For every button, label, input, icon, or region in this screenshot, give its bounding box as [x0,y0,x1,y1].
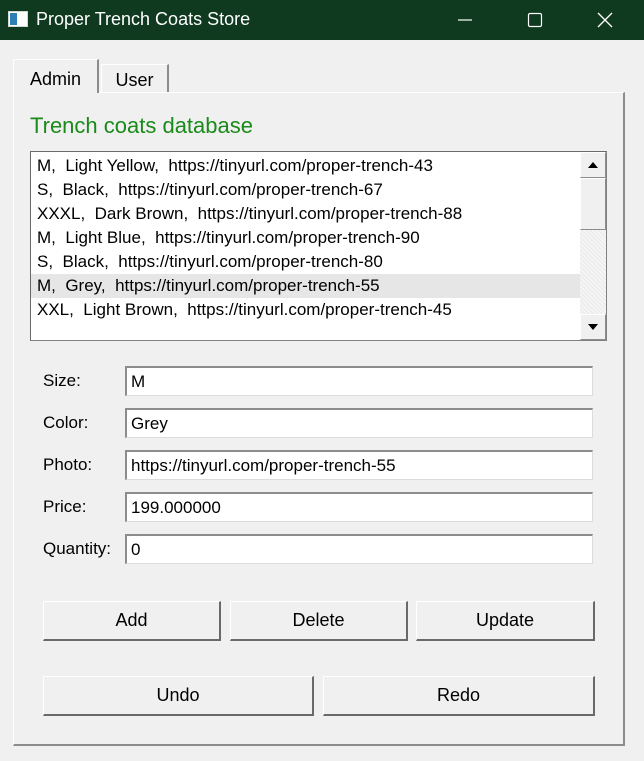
tab-user[interactable]: User [101,64,169,92]
scroll-down-button[interactable] [580,314,606,340]
list-rows: M, Light Yellow, https://tinyurl.com/pro… [31,154,580,322]
app-window-icon [8,11,28,27]
size-field[interactable] [125,366,593,396]
undo-button[interactable]: Undo [43,676,314,716]
list-item[interactable]: S, Black, https://tinyurl.com/proper-tre… [31,178,580,202]
price-field[interactable] [125,492,593,522]
title-bar: Proper Trench Coats Store [0,0,644,40]
list-item[interactable]: M, Light Yellow, https://tinyurl.com/pro… [31,154,580,178]
minimize-button[interactable] [430,0,500,40]
color-field[interactable] [125,408,593,438]
maximize-icon [527,12,543,28]
arrow-up-icon [588,162,598,168]
price-label: Price: [43,497,87,516]
quantity-label: Quantity: [43,539,112,558]
color-label: Color: [43,413,89,432]
list-scrollbar[interactable] [580,152,606,340]
quantity-field[interactable] [125,534,593,564]
photo-field[interactable] [125,450,593,480]
maximize-button[interactable] [500,0,570,40]
photo-label: Photo: [43,455,93,474]
add-button[interactable]: Add [43,601,221,641]
list-item[interactable]: XXL, Light Brown, https://tinyurl.com/pr… [31,298,580,322]
list-item[interactable]: M, Light Blue, https://tinyurl.com/prope… [31,226,580,250]
panel-title: Trench coats database [30,113,253,138]
scroll-thumb[interactable] [580,178,606,230]
minimize-icon [458,19,472,21]
close-button[interactable] [570,0,640,40]
trench-coats-listbox[interactable]: M, Light Yellow, https://tinyurl.com/pro… [30,151,607,341]
list-item[interactable]: S, Black, https://tinyurl.com/proper-tre… [31,250,580,274]
update-button[interactable]: Update [416,601,595,641]
arrow-down-icon [588,324,598,330]
list-item-selected[interactable]: M, Grey, https://tinyurl.com/proper-tren… [31,274,580,298]
tab-admin[interactable]: Admin [13,59,99,93]
redo-button[interactable]: Redo [323,676,595,716]
delete-button[interactable]: Delete [230,601,408,641]
size-label: Size: [43,371,81,390]
close-icon [597,12,613,28]
window-title: Proper Trench Coats Store [36,9,251,29]
scroll-up-button[interactable] [580,152,606,178]
list-item[interactable]: XXXL, Dark Brown, https://tinyurl.com/pr… [31,202,580,226]
